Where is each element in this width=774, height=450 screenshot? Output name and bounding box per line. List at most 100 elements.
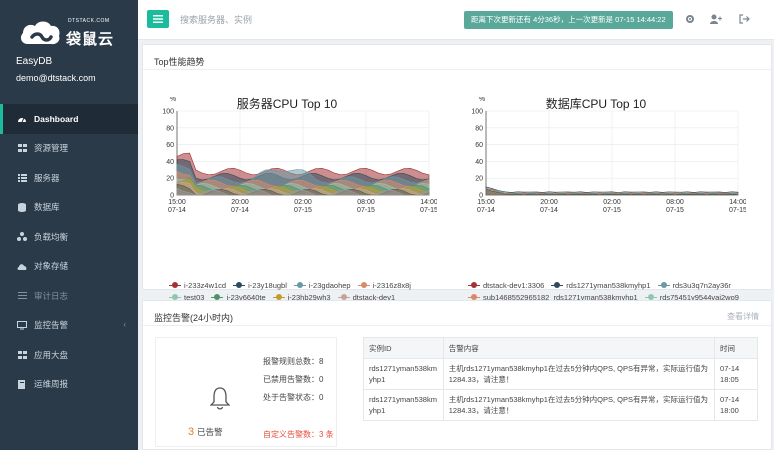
alerts-panel: 监控告警(24小时内) 查看详情 3 已告警 报警规则总数：8 已禁用告警数：0 …: [142, 300, 772, 450]
sidebar-item-resources[interactable]: 资源管理: [0, 134, 138, 164]
legend-swatch: [551, 282, 564, 288]
x-tick-label: 15:00: [168, 199, 186, 206]
cell-content: 主机rds1271yman538kmyhp1在过去5分钟内QPS, QPS有异常…: [442, 358, 716, 390]
stat-alarming: 处于告警状态：0: [263, 393, 324, 402]
user-email: demo@dtstack.com: [16, 73, 96, 83]
sidebar-item-monitoring[interactable]: 监控告警 ‹: [0, 311, 138, 341]
legend-swatch: [233, 282, 246, 288]
x-tick-label: 07-15: [603, 207, 621, 214]
legend-label: rds3u3q7n2ay36r: [672, 280, 731, 290]
search-input[interactable]: [180, 12, 380, 28]
view-details-link[interactable]: 查看详情: [727, 311, 759, 322]
alert-table: 实例ID 告警内容 时间 rds1271yman538kmyhp1 主机rds1…: [363, 337, 758, 421]
x-tick-label: 15:00: [477, 199, 495, 206]
legend-item[interactable]: rds1271yman538kmyhp1: [551, 281, 651, 290]
sidebar-item-label: 数据库: [34, 202, 60, 213]
y-tick-label: 40: [166, 159, 174, 166]
logo[interactable]: DTSTACK.COM 袋鼠云: [18, 14, 128, 48]
x-tick-label: 07-14: [540, 207, 558, 214]
legend-row: i-233z4w1cd i-23y18ugbl i-23gdaohep i-2316z…: [169, 279, 418, 291]
grid-icon: [16, 143, 28, 153]
x-tick-label: 07-15: [666, 207, 684, 214]
hamburger-icon: [153, 15, 163, 23]
legend-swatch: [468, 282, 480, 288]
legend-row: dtstack-dev1:3306 rds1271yman538kmyhp1 rds…: [468, 279, 746, 291]
legend-item[interactable]: dtstack-dev1:3306: [468, 281, 544, 290]
list-icon: [16, 173, 28, 183]
sidebar-item-weekly-report[interactable]: 运维周报: [0, 370, 138, 400]
db-cpu-chart: 数据库CPU Top 10 % 0 20 40 60 80 100 15:00 07-14 20:…: [456, 93, 746, 314]
x-tick-label: 14:00: [729, 199, 746, 206]
x-tick-label: 07-14: [168, 207, 186, 214]
alarm-count-number: 3: [188, 426, 195, 438]
y-tick-label: 100: [162, 109, 174, 116]
sidebar-item-audit-log[interactable]: 审计日志: [0, 281, 138, 311]
divider: [143, 325, 771, 326]
db-cpu-plot: %02040608010015:0007-1420:0007-1402:0007…: [471, 97, 746, 214]
legend-item[interactable]: i-23gdaohep: [293, 281, 351, 290]
cell-time: 07-14 18:00: [714, 389, 758, 421]
sidebar-item-app-dashboard[interactable]: 应用大盘: [0, 340, 138, 370]
column-header-instance-id: 实例ID: [363, 337, 444, 359]
logout-icon[interactable]: [738, 13, 750, 25]
x-tick-label: 07-15: [420, 207, 437, 214]
sidebar-item-label: 负载均衡: [34, 231, 69, 242]
x-tick-label: 07-15: [729, 207, 746, 214]
grid-icon: [16, 350, 28, 360]
lines-icon: [16, 291, 28, 301]
sidebar-item-load-balancer[interactable]: 负载均衡: [0, 222, 138, 252]
divider: [143, 69, 771, 70]
sidebar-item-label: 资源管理: [34, 143, 69, 154]
legend-swatch: [357, 282, 370, 288]
x-tick-label: 07-15: [357, 207, 375, 214]
legend-label: i-23y18ugbl: [248, 280, 287, 290]
gear-icon[interactable]: [684, 13, 696, 25]
x-tick-label: 08:00: [666, 199, 684, 206]
database-icon: [16, 202, 28, 212]
y-axis-unit: %: [479, 97, 485, 103]
legend-item[interactable]: i-23y18ugbl: [233, 281, 287, 290]
cell-instance-id: rds1271yman538kmyhp1: [363, 358, 444, 390]
column-header-time: 时间: [714, 337, 758, 359]
column-header-content: 告警内容: [442, 337, 716, 359]
app-name: EasyDB: [16, 56, 53, 67]
legend-item[interactable]: rds3u3q7n2ay36r: [657, 280, 731, 290]
sidebar-item-label: 对象存储: [34, 261, 69, 272]
y-tick-label: 60: [475, 142, 483, 149]
sidebar-item-label: 服务器: [34, 172, 60, 183]
x-tick-label: 02:00: [603, 199, 621, 206]
sidebar-item-label: 审计日志: [34, 290, 69, 301]
y-tick-label: 20: [166, 176, 174, 183]
cell-instance-id: rds1271yman538kmyhp1: [363, 389, 444, 421]
chevron-left-icon: ‹: [123, 319, 126, 329]
cloud-icon: [16, 261, 28, 271]
server-cpu-chart: 服务器CPU Top 10 % 0 20 40 60 80 100 15:00 07-14 20:…: [147, 93, 437, 314]
stat-total-rules: 报警规则总数：8: [263, 357, 324, 366]
panel-title: Top性能趋势: [154, 57, 205, 67]
y-tick-label: 40: [475, 159, 483, 166]
sidebar-item-label: Dashboard: [34, 113, 79, 124]
table-row[interactable]: rds1271yman538kmyhp1 主机rds1271yman538kmy…: [363, 358, 758, 390]
menu-toggle-button[interactable]: [147, 10, 169, 28]
sidebar-item-servers[interactable]: 服务器: [0, 163, 138, 193]
legend-swatch: [293, 282, 306, 288]
bell-icon: [210, 387, 230, 410]
sidebar: DTSTACK.COM 袋鼠云 EasyDB demo@dtstack.com …: [0, 0, 138, 450]
server-cpu-plot: %02040608010015:0007-1420:0007-1402:0007…: [162, 97, 437, 214]
stat-custom-alarms[interactable]: 自定义告警数：3 条: [263, 429, 334, 440]
legend-item[interactable]: i-2316z8x8j: [357, 281, 411, 290]
sidebar-nav: Dashboard 资源管理 服务器 数据库 负载均衡 对象存储 审计日志 监控…: [0, 104, 138, 399]
table-row[interactable]: rds1271yman538kmyhp1 主机rds1271yman538kmy…: [363, 389, 758, 421]
sidebar-item-label: 监控告警: [34, 320, 69, 331]
add-user-icon[interactable]: [710, 13, 722, 25]
sidebar-item-dashboard[interactable]: Dashboard: [0, 104, 138, 134]
sidebar-item-object-storage[interactable]: 对象存储: [0, 252, 138, 282]
stat-disabled-alarms: 已禁用告警数：0: [263, 375, 324, 384]
y-tick-label: 100: [471, 109, 483, 116]
y-tick-label: 20: [475, 176, 483, 183]
cell-content: 主机rds1271yman538kmyhp1在过去5分钟内QPS, QPS有异常…: [442, 389, 716, 421]
x-tick-label: 20:00: [231, 199, 249, 206]
topbar: 距离下次更新还有 4分36秒，上一次更新是 07-15 14:44:22: [138, 0, 774, 40]
legend-item[interactable]: i-233z4w1cd: [169, 281, 226, 290]
sidebar-item-databases[interactable]: 数据库: [0, 193, 138, 223]
